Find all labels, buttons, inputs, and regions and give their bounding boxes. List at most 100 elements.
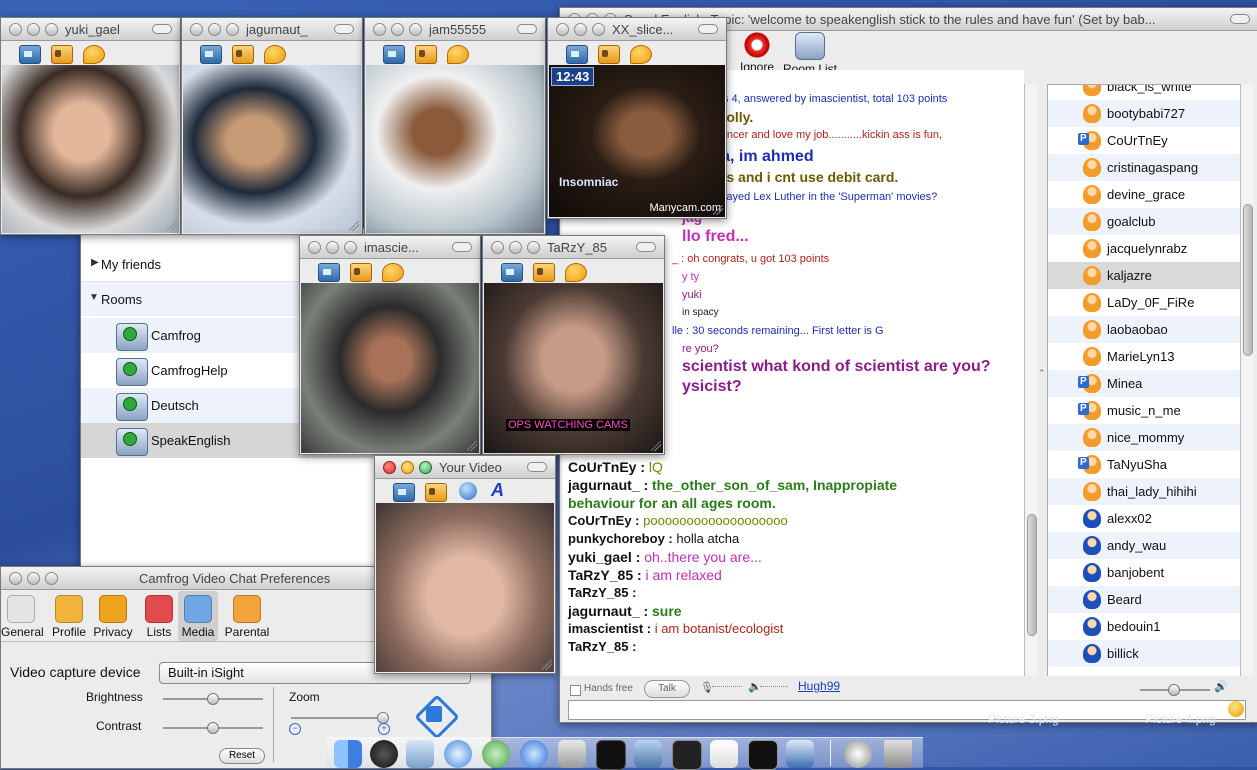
chat-bubble-icon[interactable] (630, 45, 652, 64)
emoticon-picker-icon[interactable] (1228, 701, 1244, 717)
chat-username[interactable]: TaRzY_85 : (568, 567, 646, 583)
user-list-item[interactable]: andy_wau (1048, 532, 1241, 559)
minimize-button[interactable] (509, 241, 522, 254)
cam-titlebar[interactable]: TaRzY_85 (483, 236, 664, 259)
desktop-file-label[interactable]: Picture 4.png (1145, 712, 1216, 726)
cam-titlebar[interactable]: XX_slice... (548, 18, 726, 41)
close-button[interactable] (9, 23, 22, 36)
zoom-out-icon[interactable]: − (289, 723, 301, 735)
toolbar-toggle-button[interactable] (1230, 14, 1250, 24)
prefs-close-button[interactable] (9, 572, 22, 585)
zoom-button[interactable] (344, 241, 357, 254)
system-preferences-icon[interactable] (558, 740, 586, 768)
resize-grip-icon[interactable] (542, 660, 552, 670)
prefs-minimize-button[interactable] (27, 572, 40, 585)
camfrog-icon[interactable] (786, 740, 814, 768)
user-list-item[interactable]: devine_grace (1048, 181, 1241, 208)
profile-card-icon[interactable] (415, 45, 437, 64)
user-list-item[interactable]: CoUrTnEy (1048, 127, 1241, 154)
chat-bubble-icon[interactable] (382, 263, 404, 282)
app-icon[interactable] (520, 740, 548, 768)
cam-window[interactable]: jam55555 (364, 17, 546, 235)
user-list-item[interactable]: music_n_me (1048, 397, 1241, 424)
close-button[interactable] (190, 23, 203, 36)
chat-username[interactable]: jagurnaut_ : (568, 477, 652, 493)
cam-window[interactable]: TaRzY_85 OPS WATCHING CAMS (482, 235, 665, 455)
video-settings-icon[interactable] (501, 263, 523, 282)
profile-card-icon[interactable] (232, 45, 254, 64)
minimize-button[interactable] (574, 23, 587, 36)
hands-free-checkbox[interactable] (570, 685, 581, 696)
trash-icon[interactable] (884, 740, 912, 768)
cam-window[interactable]: XX_slice... 12:43 Insomniac Manycam.com (547, 17, 727, 219)
textedit-icon[interactable] (710, 740, 738, 768)
toolbar-toggle-button[interactable] (334, 24, 354, 34)
profile-card-icon[interactable] (350, 263, 372, 282)
user-list-item[interactable]: Beard (1048, 586, 1241, 613)
close-button[interactable] (383, 461, 396, 474)
user-list-item[interactable]: TaNyuSha (1048, 451, 1241, 478)
preferences-tab-parental[interactable]: Parental (223, 591, 271, 641)
chat-bubble-icon[interactable] (83, 45, 105, 64)
toolbar-toggle-button[interactable] (517, 24, 537, 34)
itunes-icon[interactable] (482, 740, 510, 768)
cam-titlebar[interactable]: yuki_gael (1, 18, 180, 41)
globe-icon[interactable] (459, 482, 477, 500)
preferences-tab-media[interactable]: Media (178, 591, 218, 641)
user-list-item[interactable]: bootybabi727 (1048, 100, 1241, 127)
video-settings-icon[interactable] (19, 45, 41, 64)
cam-titlebar[interactable]: Your Video (375, 456, 555, 479)
volume-slider[interactable] (1140, 684, 1210, 696)
contrast-knob[interactable] (207, 722, 219, 734)
zoom-button[interactable] (527, 241, 540, 254)
resize-grip-icon[interactable] (167, 221, 177, 231)
user-list[interactable]: black_is_white bootybabi727 CoUrTnEy cristi… (1047, 84, 1242, 680)
your-video-window[interactable]: Your Video A (374, 455, 556, 674)
chat-username[interactable]: jagurnaut_ : (568, 603, 652, 619)
terminal-icon[interactable] (748, 740, 778, 770)
zoom-button[interactable] (45, 23, 58, 36)
username-link[interactable]: Hugh99 (798, 679, 840, 693)
minimize-button[interactable] (27, 23, 40, 36)
user-list-item[interactable]: laobaobao (1048, 316, 1241, 343)
volume-knob[interactable] (1168, 684, 1180, 696)
disclosure-triangle-open-icon[interactable]: ▼ (89, 292, 99, 303)
zoom-button[interactable] (226, 23, 239, 36)
user-list-item[interactable]: Minea (1048, 370, 1241, 397)
toolbar-toggle-button[interactable] (698, 24, 718, 34)
user-list-item[interactable]: thai_lady_hihihi (1048, 478, 1241, 505)
desktop-file-label[interactable]: Picture 3.png (988, 712, 1059, 726)
minimize-button[interactable] (401, 461, 414, 474)
close-button[interactable] (308, 241, 321, 254)
close-button[interactable] (373, 23, 386, 36)
talk-button[interactable]: Talk (644, 680, 690, 698)
chat-bubble-icon[interactable] (565, 263, 587, 282)
iphoto-icon[interactable] (634, 740, 662, 768)
user-list-item[interactable]: kaljazre (1048, 262, 1241, 289)
resize-grip-icon[interactable] (713, 205, 723, 215)
chat-username[interactable]: punkychoreboy : (568, 531, 676, 546)
dashboard-icon[interactable] (370, 740, 398, 768)
video-settings-icon[interactable] (393, 483, 415, 502)
rooms-label[interactable]: Rooms (101, 292, 142, 307)
zoom-button[interactable] (592, 23, 605, 36)
user-list-item[interactable]: black_is_white (1048, 85, 1241, 100)
zoom-slider[interactable] (291, 712, 389, 724)
brightness-knob[interactable] (207, 693, 219, 705)
font-style-icon[interactable]: A (491, 480, 504, 501)
toolbar-toggle-button[interactable] (527, 462, 547, 472)
user-list-item[interactable]: goalclub (1048, 208, 1241, 235)
user-list-item[interactable]: cristinagaspang (1048, 154, 1241, 181)
zoom-button[interactable] (419, 461, 432, 474)
resize-grip-icon[interactable] (651, 441, 661, 451)
brightness-slider[interactable] (163, 693, 263, 705)
preferences-tab-general[interactable]: General (1, 591, 44, 641)
close-button[interactable] (556, 23, 569, 36)
chat-scrollbar[interactable] (1024, 84, 1038, 678)
minimize-button[interactable] (208, 23, 221, 36)
mail-icon[interactable] (844, 740, 872, 768)
user-list-scroll-thumb[interactable] (1243, 204, 1253, 356)
cam-titlebar[interactable]: jam55555 (365, 18, 545, 41)
reset-button[interactable]: Reset (219, 748, 265, 764)
video-settings-icon[interactable] (383, 45, 405, 64)
